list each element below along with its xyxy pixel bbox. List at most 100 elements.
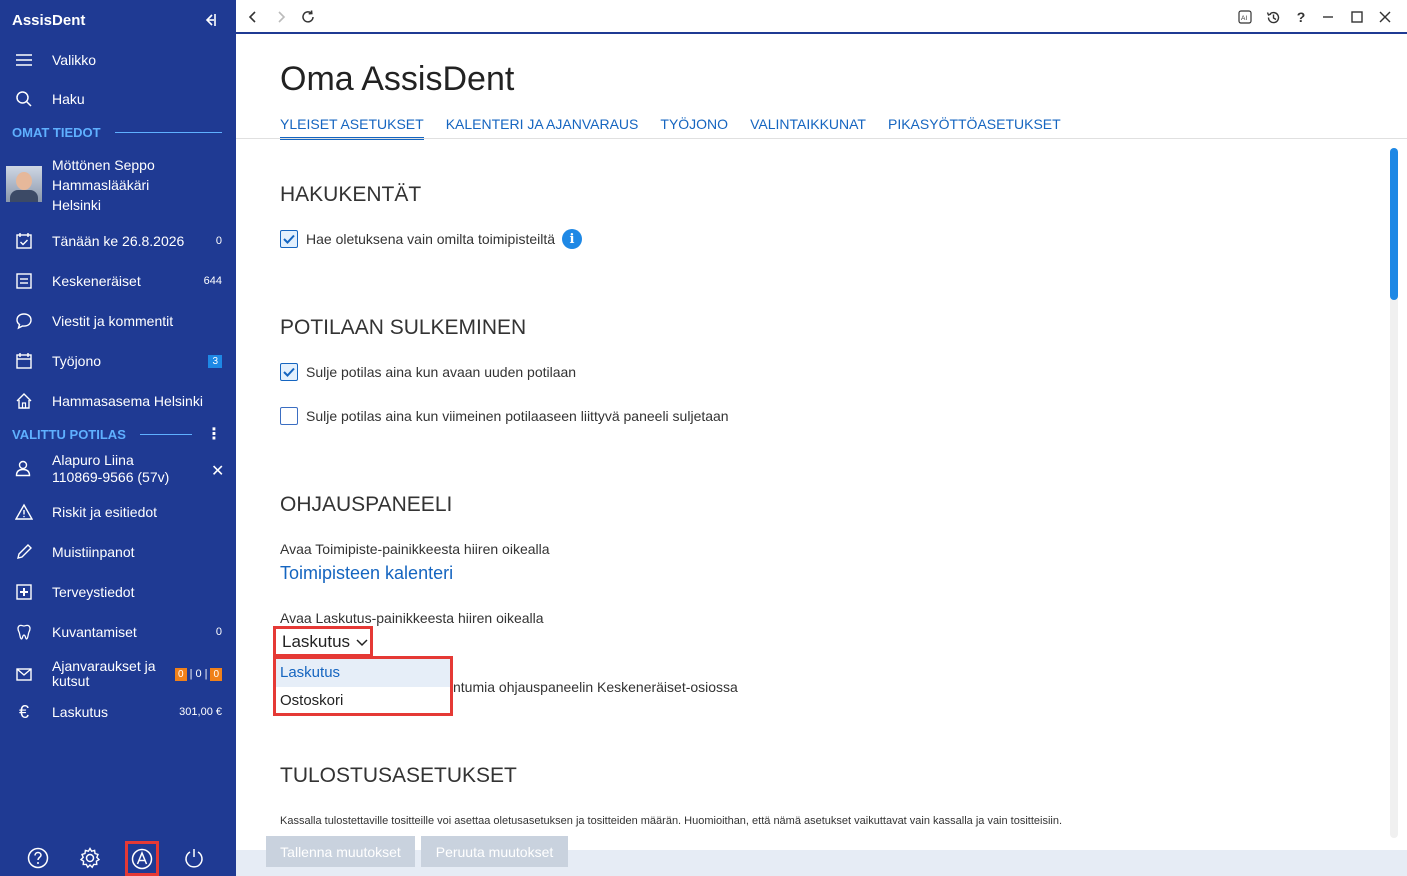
own-assisdent-icon[interactable] xyxy=(125,841,159,876)
appointment-counts: 0 | 0 | 0 xyxy=(175,667,222,681)
section-heading-search: HAKUKENTÄT xyxy=(280,183,422,206)
envelope-icon xyxy=(14,664,34,684)
tab-calendar[interactable]: KALENTERI JA AJANVARAUS xyxy=(446,116,639,140)
document-list-icon xyxy=(14,271,34,291)
info-icon[interactable]: i xyxy=(562,229,583,249)
sidebar-footer xyxy=(0,838,236,876)
tab-general-settings[interactable]: YLEISET ASETUKSET xyxy=(280,116,424,140)
sidebar-item-today[interactable]: Tänään ke 26.8.2026 0 xyxy=(0,223,236,259)
count: 301,00 € xyxy=(179,706,222,718)
patient-name: Alapuro Liina xyxy=(52,452,134,468)
user-name: Möttönen Seppo xyxy=(52,157,155,173)
unfinished-setting-text: ntumia ohjauspaneelin Keskeneräiset-osio… xyxy=(453,679,738,695)
tabs-divider xyxy=(236,138,1407,139)
top-bar: AI ? xyxy=(236,0,1407,34)
clinic-right-click-label: Avaa Toimipiste-painikkeesta hiiren oike… xyxy=(280,541,550,557)
sidebar: AssisDent Valikko Haku OMAT TIEDOT Möttö… xyxy=(0,0,236,876)
avatar[interactable] xyxy=(6,166,42,202)
billing-right-click-label: Avaa Laskutus-painikkeesta hiiren oikeal… xyxy=(280,610,544,626)
close-window-icon[interactable] xyxy=(1376,8,1394,26)
patient-id: 110869-9566 (57v) xyxy=(52,469,170,485)
power-icon[interactable] xyxy=(182,846,206,870)
forward-icon[interactable] xyxy=(272,8,290,26)
close-on-new-row[interactable]: Sulje potilas aina kun avaan uuden potil… xyxy=(280,363,576,381)
sidebar-item-health[interactable]: Terveystiedot xyxy=(0,574,236,610)
section-selected-patient: VALITTU POTILAS ⋮ xyxy=(12,426,222,442)
minimize-icon[interactable] xyxy=(1319,8,1337,26)
dropdown-options: Laskutus Ostoskori xyxy=(273,656,453,716)
person-icon xyxy=(14,459,34,479)
close-on-last-panel-checkbox[interactable] xyxy=(280,407,298,425)
user-info[interactable]: Möttönen Seppo Hammaslääkäri Helsinki xyxy=(52,155,155,215)
close-patient-icon[interactable]: ✕ xyxy=(211,461,224,481)
warning-icon xyxy=(14,502,34,522)
home-icon xyxy=(14,391,34,411)
sidebar-item-work-queue[interactable]: Työjono 3 xyxy=(0,343,236,379)
ai-icon[interactable]: AI xyxy=(1236,8,1254,26)
chevron-down-icon xyxy=(356,632,368,652)
patient-info[interactable]: Alapuro Liina 110869-9566 (57v) xyxy=(52,452,169,486)
scrollbar-thumb[interactable] xyxy=(1390,148,1398,300)
cancel-changes-button[interactable]: Peruuta muutokset xyxy=(421,836,568,867)
more-vertical-icon[interactable]: ⋮ xyxy=(206,426,222,442)
tab-selection-windows[interactable]: VALINTAIKKUNAT xyxy=(750,116,866,140)
sidebar-item-label: Valikko xyxy=(52,52,97,68)
collapse-sidebar-icon[interactable] xyxy=(202,12,218,28)
sidebar-item-menu[interactable]: Valikko xyxy=(0,42,236,78)
hamburger-menu-icon xyxy=(14,50,34,70)
back-icon[interactable] xyxy=(244,8,262,26)
sidebar-item-label: Riskit ja esitiedot xyxy=(52,504,158,520)
section-title: VALITTU POTILAS xyxy=(12,427,126,442)
sidebar-item-label: Laskutus xyxy=(52,704,109,720)
refresh-icon[interactable] xyxy=(299,8,317,26)
tab-quick-entry[interactable]: PIKASYÖTTÖASETUKSET xyxy=(888,116,1061,140)
section-title: OMAT TIEDOT xyxy=(12,125,101,140)
search-own-clinics-row[interactable]: Hae oletuksena vain omilta toimipisteilt… xyxy=(280,229,583,249)
user-city: Helsinki xyxy=(52,197,102,213)
clinic-calendar-link[interactable]: Toimipisteen kalenteri xyxy=(280,563,453,584)
billing-action-dropdown[interactable]: Laskutus xyxy=(273,626,373,657)
section-own-info: OMAT TIEDOT xyxy=(12,125,222,140)
plus-box-icon xyxy=(14,582,34,602)
sidebar-item-appointments[interactable]: Ajanvaraukset ja kutsut 0 | 0 | 0 xyxy=(0,655,236,693)
checkbox-label: Sulje potilas aina kun avaan uuden potil… xyxy=(306,364,577,380)
settings-gear-icon[interactable] xyxy=(78,846,102,870)
section-heading-dashboard: OHJAUSPANEELI xyxy=(280,493,453,516)
sidebar-item-billing[interactable]: € Laskutus 301,00 € xyxy=(0,694,236,730)
app-title: AssisDent xyxy=(12,12,86,29)
sidebar-item-label: Työjono xyxy=(52,353,102,369)
euro-icon: € xyxy=(18,701,29,722)
badge-count: 0 xyxy=(210,667,222,681)
label-line: Ajanvaraukset ja xyxy=(52,658,156,674)
sidebar-item-clinic[interactable]: Hammasasema Helsinki xyxy=(0,383,236,419)
sidebar-item-label: Terveystiedot xyxy=(52,584,135,600)
close-on-last-panel-row[interactable]: Sulje potilas aina kun viimeinen potilaa… xyxy=(280,407,729,425)
sidebar-item-risks[interactable]: Riskit ja esitiedot xyxy=(0,494,236,530)
help-question-icon[interactable]: ? xyxy=(1292,8,1310,26)
tooth-icon xyxy=(14,622,34,642)
sidebar-item-label: Muistiinpanot xyxy=(52,544,135,560)
option-billing[interactable]: Laskutus xyxy=(276,659,450,687)
sidebar-item-search[interactable]: Haku xyxy=(0,81,236,117)
sidebar-header: AssisDent xyxy=(0,0,236,40)
work-queue-badge: 3 xyxy=(208,355,222,368)
calendar-icon xyxy=(14,351,34,371)
history-icon[interactable] xyxy=(1264,8,1282,26)
sidebar-item-messages[interactable]: Viestit ja kommentit xyxy=(0,303,236,339)
section-heading-print: TULOSTUSASETUKSET xyxy=(280,764,517,787)
close-on-new-checkbox[interactable] xyxy=(280,363,298,381)
tab-bar: YLEISET ASETUKSET KALENTERI JA AJANVARAU… xyxy=(280,116,1083,140)
search-own-clinics-checkbox[interactable] xyxy=(280,230,298,248)
sidebar-item-imaging[interactable]: Kuvantamiset 0 xyxy=(0,614,236,650)
help-icon[interactable] xyxy=(26,846,50,870)
print-settings-description: Kassalla tulostettaville tositteille voi… xyxy=(280,815,1063,827)
option-cart[interactable]: Ostoskori xyxy=(276,687,450,715)
tab-work-queue[interactable]: TYÖJONO xyxy=(660,116,728,140)
calendar-check-icon xyxy=(14,231,34,251)
sidebar-item-unfinished[interactable]: Keskeneräiset 644 xyxy=(0,263,236,299)
maximize-icon[interactable] xyxy=(1348,8,1366,26)
sidebar-item-notes[interactable]: Muistiinpanot xyxy=(0,534,236,570)
save-changes-button[interactable]: Tallenna muutokset xyxy=(266,836,415,867)
main-content: Oma AssisDent YLEISET ASETUKSET KALENTER… xyxy=(236,36,1407,876)
badge-count: 0 xyxy=(175,667,187,681)
